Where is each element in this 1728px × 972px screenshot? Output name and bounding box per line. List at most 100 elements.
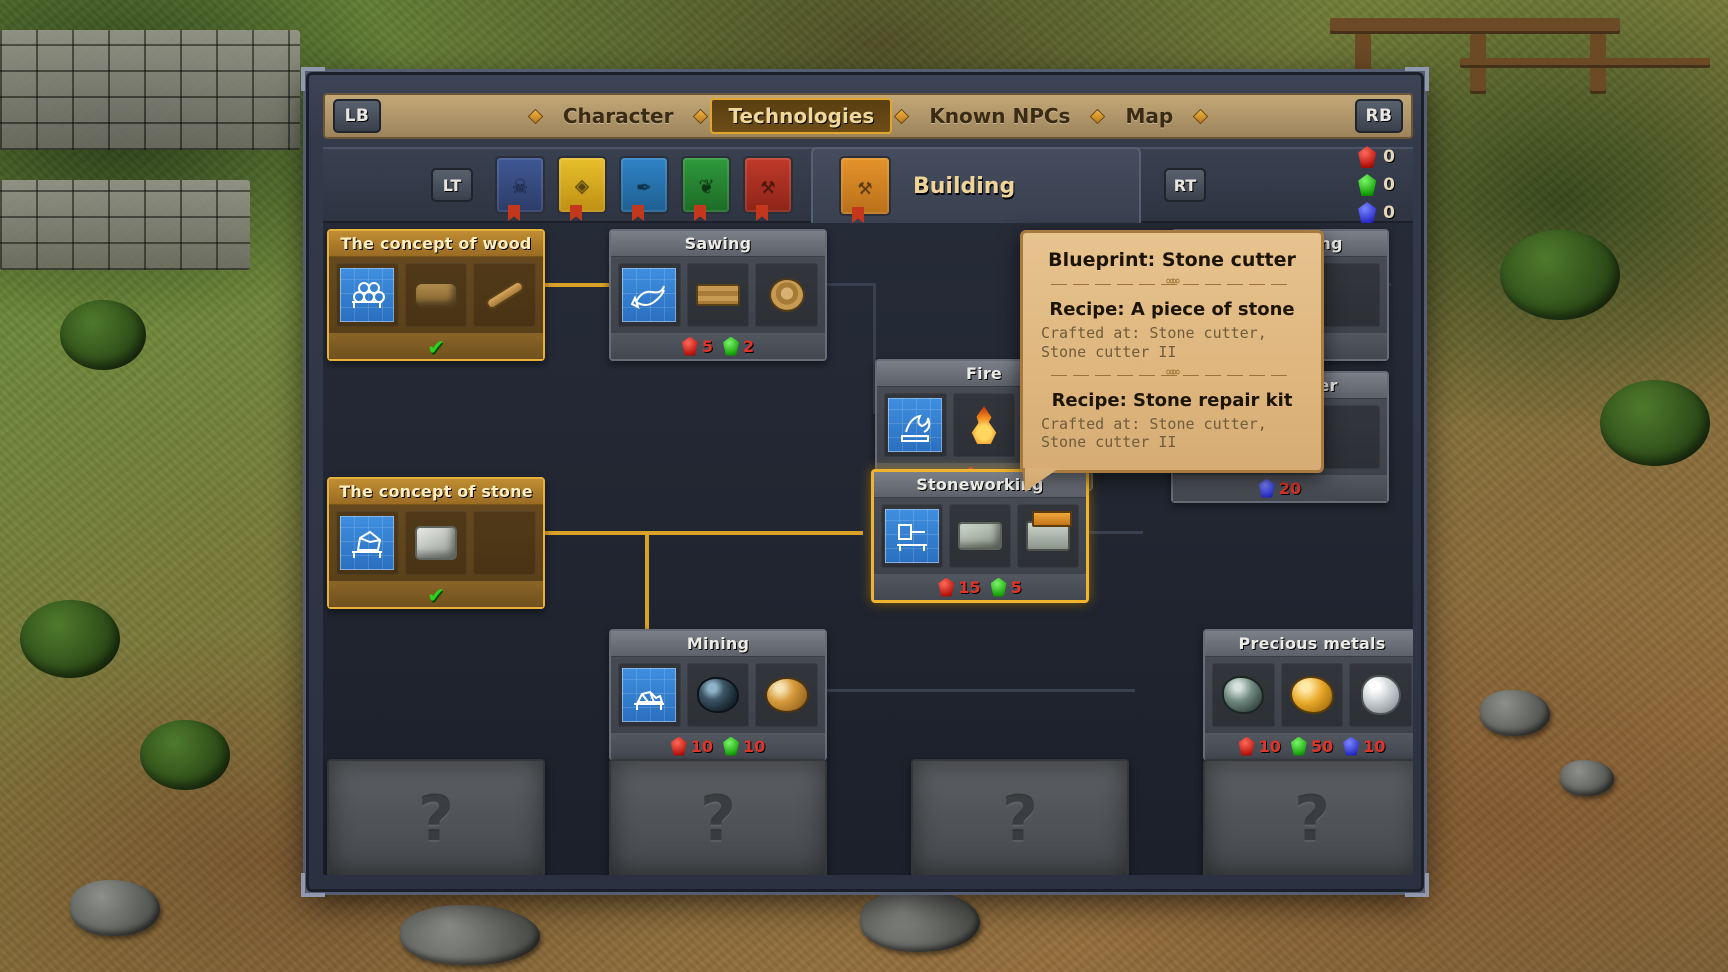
diamond-separator-icon [1192,108,1209,124]
stump-icon [768,278,805,312]
stone-cutter-icon [1026,511,1072,551]
tooltip-title: Blueprint: Stone cutter [1048,249,1296,271]
stick-icon [483,278,526,312]
rock [70,880,160,936]
node-locked-3[interactable]: ? [911,759,1129,875]
category-feather-book[interactable]: ✒ [619,156,669,214]
cost-blue: 10 [1343,736,1386,756]
node-title: Sawing [611,231,825,257]
item-slot [618,263,681,327]
rock [860,890,980,952]
node-precious-metals[interactable]: Precious metals 10 50 10 [1203,629,1413,761]
plant-icon: ❦ [698,171,714,199]
node-mining[interactable]: Mining 10 10 [609,629,827,761]
green-gem-icon [990,577,1007,597]
node-locked-2[interactable]: ? [609,759,827,875]
item-slot [952,393,1016,457]
cost-green: 10 [723,736,765,756]
resource-red: 0 [1358,146,1395,168]
rock [1480,690,1550,736]
item-slot [686,263,750,327]
category-skull-book[interactable]: ☠ [495,156,545,214]
node-items [874,498,1086,574]
node-title: Stoneworking [874,472,1086,498]
category-book-list: ☠ ◈ ✒ ❦ ⚒ [495,156,793,214]
tab-map[interactable]: Map [1107,98,1191,134]
node-title: Precious metals [1205,631,1413,657]
node-cost: 10 10 [611,733,825,759]
green-gem-value: 0 [1383,175,1395,195]
iron-ore-icon [1222,676,1265,714]
node-cost: 15 5 [874,574,1086,600]
locked-question-icon: ? [1002,781,1038,855]
category-forge-book[interactable]: ⚒ [743,156,793,214]
item-slot [1349,663,1413,727]
resource-green: 0 [1358,174,1395,196]
red-gem-icon [938,577,955,597]
diamond-separator-icon [693,108,709,124]
blueprint-stoneworking-icon [885,509,939,563]
node-locked-1[interactable]: ? [327,759,545,875]
right-bumper-button[interactable]: RB [1355,99,1403,133]
category-label: Building [913,173,1016,199]
node-title: The concept of stone [329,479,543,505]
cost-blue: 20 [1258,478,1301,498]
locked-question-icon: ? [418,781,454,855]
node-items [611,257,825,333]
category-gold-book[interactable]: ◈ [557,156,607,214]
node-cost: 10 50 10 [1205,733,1413,759]
item-slot [1212,663,1275,727]
category-plant-book[interactable]: ❦ [681,156,731,214]
node-sawing[interactable]: Sawing 5 2 [609,229,827,361]
silver-ore-icon [1360,675,1401,715]
feather-icon: ✒ [636,171,652,199]
item-slot [1280,663,1344,727]
blueprint-stone-icon [340,516,395,570]
researched-check-icon: ✔ [428,332,444,360]
node-stoneworking[interactable]: Stoneworking 15 5 [871,469,1089,603]
tooltip-crafted-at-2: Crafted at: Stone cutter, Stone cutter I… [1041,414,1267,452]
tab-list: Character Technologies Known NPCs Map [381,98,1355,134]
diamond-separator-icon [1090,108,1106,124]
tooltip-divider [1041,369,1303,381]
cost-value: 5 [1010,577,1022,597]
rock [1560,760,1614,796]
cost-value: 50 [1310,736,1334,756]
cost-red: 10 [1238,736,1281,756]
copper-ore-icon [764,677,809,713]
item-slot [884,393,947,457]
left-bumper-button[interactable]: LB [333,99,381,133]
item-slot [618,663,681,727]
node-concept-of-stone[interactable]: The concept of stone ✔ [327,477,545,609]
tab-known-npcs[interactable]: Known NPCs [911,98,1088,134]
link-branch-to-stoneworking [645,531,863,535]
blueprint-sawing-icon [622,268,677,322]
node-status: ✔ [329,333,543,359]
tab-technologies[interactable]: Technologies [710,98,893,134]
item-slot [1017,504,1079,568]
blueprint-fire-sketch [901,414,931,442]
cost-value: 10 [1363,736,1386,756]
red-gem-icon [670,736,687,756]
green-gem-icon [723,736,739,756]
tab-character[interactable]: Character [545,98,692,134]
red-gem-icon [1238,736,1255,756]
node-locked-4[interactable]: ? [1203,759,1413,875]
game-screen: LB Character Technologies Known NPCs Map… [0,0,1728,972]
blueprint-fire-icon [888,398,943,452]
blue-gem-value: 0 [1383,203,1395,223]
category-building-active[interactable]: ⚒ Building [811,147,1141,223]
node-title: The concept of wood [329,231,543,257]
diamond-separator-icon [527,108,544,124]
node-cost: 20 [1173,475,1387,501]
left-trigger-button[interactable]: LT [431,168,473,202]
blueprint-hammer-sketch [897,524,927,551]
node-items [611,657,825,733]
node-items [329,257,543,333]
node-concept-of-wood[interactable]: The concept of wood ✔ [327,229,545,361]
item-slot [755,263,819,327]
node-cost: 5 2 [611,333,825,359]
right-trigger-button[interactable]: RT [1164,168,1206,202]
cost-green: 5 [990,577,1022,597]
tooltip-recipe-2: Recipe: Stone repair kit [1051,389,1293,411]
